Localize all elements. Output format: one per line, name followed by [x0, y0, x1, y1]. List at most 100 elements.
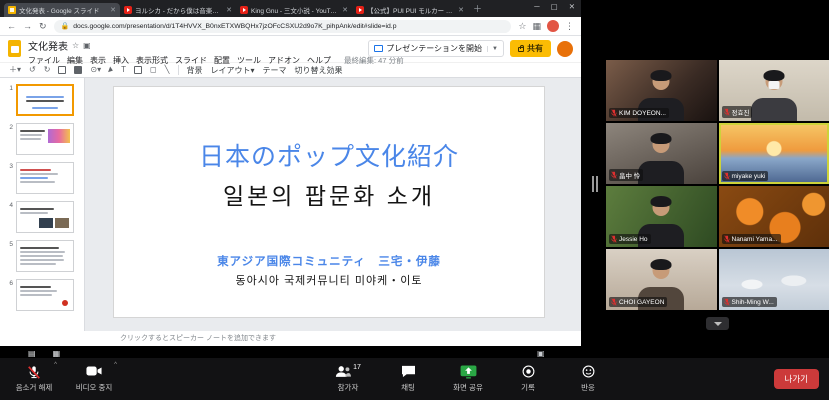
- slide-subtitle-japanese[interactable]: 東アジア国際コミュニティ 三宅・伊藤: [217, 253, 441, 269]
- leave-meeting-button[interactable]: 나가기: [774, 369, 819, 389]
- chat-button[interactable]: 채팅: [378, 358, 438, 400]
- text-box-icon[interactable]: T: [121, 66, 126, 74]
- video-tile-jessie-ho[interactable]: Jessie Ho: [606, 186, 717, 247]
- unmute-button[interactable]: 음소거 해제 ^: [4, 358, 64, 400]
- select-cursor-icon[interactable]: [108, 66, 114, 73]
- thumbnail-row: 2: [5, 123, 84, 155]
- new-slide-icon[interactable]: ＋▾: [9, 66, 21, 74]
- slide-thumbnail-3[interactable]: [16, 162, 74, 194]
- video-tile-hatanaka-rei[interactable]: 畠中 怜: [606, 123, 717, 184]
- menu-tools[interactable]: ツール: [237, 55, 261, 66]
- slide-thumbnail-6[interactable]: [16, 279, 74, 311]
- minimize-icon[interactable]: ─: [534, 2, 539, 11]
- maximize-icon[interactable]: ▢: [551, 2, 558, 11]
- zoom-toolbar: 음소거 해제 ^ 비디오 중지 ^ 17 참가자: [0, 358, 829, 400]
- menu-view[interactable]: 表示: [90, 55, 106, 66]
- tab-youtube-2[interactable]: King Gnu - 三文小説 - YouTube ✕: [236, 3, 352, 17]
- back-icon[interactable]: ←: [7, 22, 16, 31]
- menu-arrange[interactable]: 配置: [214, 55, 230, 66]
- grid-view-icon[interactable]: ▦: [53, 349, 61, 358]
- browser-profile-avatar[interactable]: [547, 20, 559, 32]
- paint-format-icon[interactable]: [74, 66, 82, 74]
- video-tile-nanami-yama[interactable]: Nanami Yama...: [719, 186, 829, 247]
- bookmark-star-icon[interactable]: ☆: [518, 22, 526, 31]
- slide-number: 6: [5, 280, 13, 287]
- panel-resize-handle[interactable]: [592, 176, 598, 192]
- slide-title-korean[interactable]: 일본의 팝문화 소개: [223, 177, 435, 211]
- video-tile-choi-gayeon[interactable]: CHOI GAYEON: [606, 249, 717, 310]
- speaker-notes[interactable]: クリックするとスピーカー ノートを追加できます: [0, 331, 581, 345]
- slide-thumbnail-4[interactable]: [16, 201, 74, 233]
- undo-icon[interactable]: ↺: [29, 66, 36, 74]
- document-title[interactable]: 文化発表: [28, 38, 68, 53]
- browser-menu-icon[interactable]: ⋮: [565, 22, 574, 31]
- thumb-text-bar: [20, 212, 48, 214]
- menu-addons[interactable]: アドオン: [268, 55, 300, 66]
- theme-button[interactable]: テーマ: [263, 65, 287, 76]
- tab-youtube-3[interactable]: 【公式】PUI PUI モルカー 第1話... ✕: [352, 3, 468, 17]
- youtube-favicon: [240, 6, 248, 14]
- thumbnail-row: 4: [5, 201, 84, 233]
- forward-icon[interactable]: →: [23, 22, 32, 31]
- fit-zoom-icon[interactable]: ▣: [537, 349, 545, 358]
- video-tile-shih-ming[interactable]: Shih-Ming W...: [719, 249, 829, 310]
- new-tab-button[interactable]: ＋: [473, 2, 482, 15]
- participants-button[interactable]: 17 참가자: [318, 358, 378, 400]
- slides-menu-bar: ファイル 編集 表示 挿入 表示形式 スライド 配置 ツール アドオン ヘルプ …: [28, 55, 404, 66]
- video-tile-kim-doyeon[interactable]: KIM DOYEON...: [606, 60, 717, 121]
- thumb-text-bar: [20, 259, 64, 261]
- present-button[interactable]: プレゼンテーションを開始 ▼: [368, 40, 504, 57]
- layout-button[interactable]: レイアウト▾: [211, 65, 255, 76]
- record-button[interactable]: 기록: [498, 358, 558, 400]
- tab-close-icon[interactable]: ✕: [226, 6, 232, 14]
- video-tile-jeong-hyojin[interactable]: 정효진: [719, 60, 829, 121]
- stop-video-button[interactable]: 비디오 중지 ^: [64, 358, 124, 400]
- insert-image-icon[interactable]: [134, 66, 142, 74]
- tab-close-icon[interactable]: ✕: [458, 6, 464, 14]
- menu-edit[interactable]: 編集: [67, 55, 83, 66]
- video-tile-miyake-yuki-active-speaker[interactable]: miyake yuki: [719, 123, 829, 184]
- close-icon[interactable]: ✕: [569, 2, 575, 11]
- background-button[interactable]: 背景: [187, 65, 203, 76]
- menu-file[interactable]: ファイル: [28, 55, 60, 66]
- menu-slide[interactable]: スライド: [175, 55, 207, 66]
- insert-line-icon[interactable]: ╲: [165, 66, 170, 74]
- star-document-icon[interactable]: ☆: [72, 41, 79, 50]
- tab-slides[interactable]: 文化発表 - Google スライド ✕: [4, 3, 120, 17]
- transition-button[interactable]: 切り替え効果: [295, 65, 343, 76]
- address-input[interactable]: 🔒 docs.google.com/presentation/d/1T4HVVX…: [54, 20, 512, 33]
- zoom-select-icon[interactable]: ⊙▾: [90, 66, 101, 74]
- account-avatar[interactable]: [557, 41, 573, 57]
- video-options-caret-icon[interactable]: ^: [114, 362, 117, 368]
- reload-icon[interactable]: ↻: [39, 22, 47, 31]
- participants-label: 참가자: [338, 382, 359, 393]
- tab-close-icon[interactable]: ✕: [110, 6, 116, 14]
- insert-shape-icon[interactable]: ◻: [150, 66, 157, 74]
- mic-options-caret-icon[interactable]: ^: [54, 362, 57, 368]
- menu-help[interactable]: ヘルプ: [307, 55, 331, 66]
- tab-close-icon[interactable]: ✕: [342, 6, 348, 14]
- redo-icon[interactable]: ↻: [44, 66, 51, 74]
- collapse-video-panel-button[interactable]: [706, 317, 729, 330]
- share-label: 共有: [527, 43, 543, 54]
- current-slide[interactable]: 日本のポップ文化紹介 일본의 팝문화 소개 東アジア国際コミュニティ 三宅・伊藤…: [113, 86, 545, 318]
- silhouette-body: [638, 161, 684, 184]
- slide-title-japanese[interactable]: 日本のポップ文化紹介: [199, 137, 459, 173]
- zoom-toolbar-left: 음소거 해제 ^ 비디오 중지 ^: [4, 358, 124, 400]
- slide-subtitle-korean[interactable]: 동아시아 국제커뮤니티 미야케・이토: [236, 272, 423, 288]
- move-folder-icon[interactable]: ▣: [83, 41, 91, 50]
- share-button[interactable]: 共有: [510, 40, 551, 57]
- google-slides-logo-icon[interactable]: [8, 40, 21, 57]
- menu-format[interactable]: 表示形式: [136, 55, 168, 66]
- slide-thumbnail-1[interactable]: [16, 84, 74, 116]
- print-icon[interactable]: [58, 66, 66, 74]
- present-dropdown-icon[interactable]: ▼: [487, 46, 498, 52]
- extensions-icon[interactable]: ▦: [532, 22, 541, 31]
- tab-youtube-1[interactable]: ヨルシカ - だから僕は音楽を辞めた... ✕: [120, 3, 236, 17]
- share-screen-button[interactable]: 화면 공유: [438, 358, 498, 400]
- filmstrip-view-icon[interactable]: ▤: [28, 349, 36, 358]
- slide-thumbnail-2[interactable]: [16, 123, 74, 155]
- reactions-button[interactable]: 반응: [558, 358, 618, 400]
- menu-insert[interactable]: 挿入: [113, 55, 129, 66]
- slide-thumbnail-5[interactable]: [16, 240, 74, 272]
